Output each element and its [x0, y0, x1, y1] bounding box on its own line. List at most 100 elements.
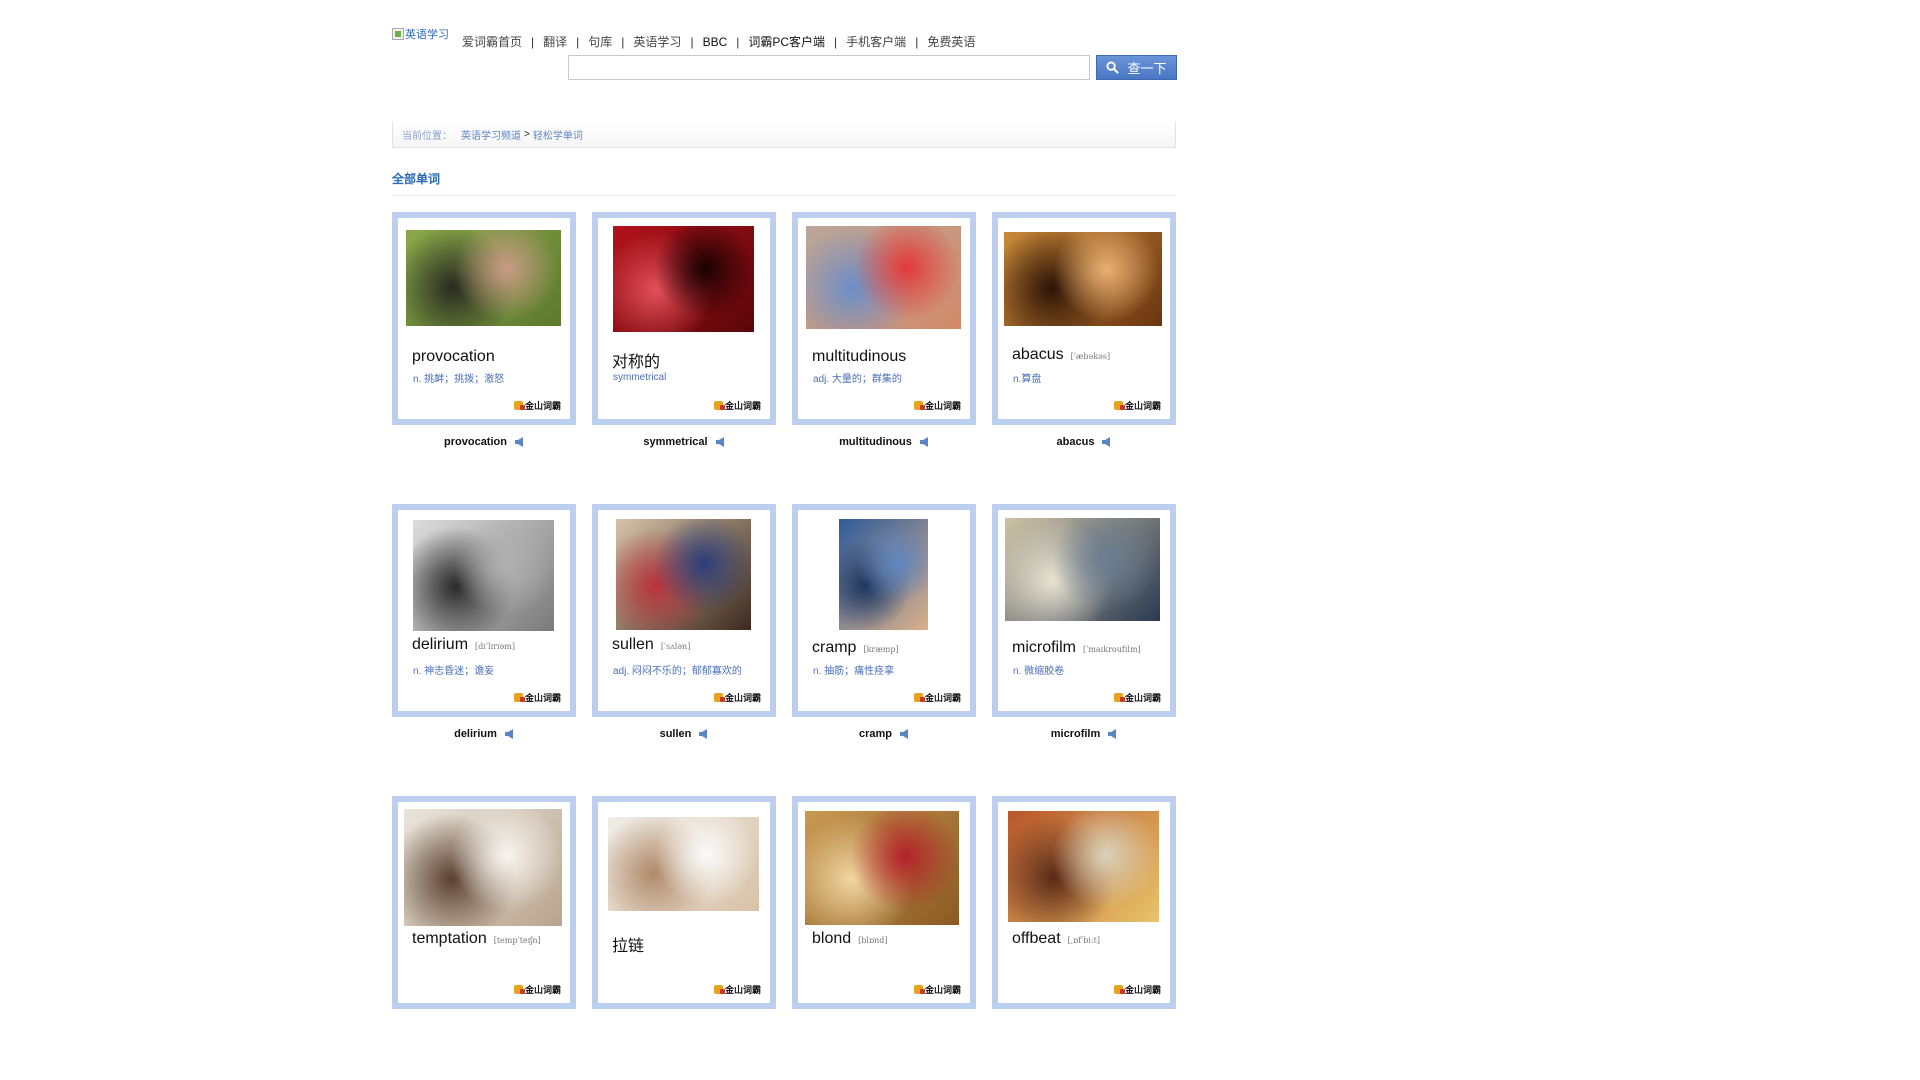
brand-label: 金山词霸	[1124, 985, 1161, 995]
brand-logo-icon	[513, 401, 525, 410]
speaker-icon[interactable]	[699, 729, 708, 739]
breadcrumb-label: 当前位置：	[402, 131, 452, 142]
nav-item-translate[interactable]: 翻译	[543, 33, 567, 50]
word-caption: microfilm	[992, 719, 1176, 749]
breadcrumb-channel-link[interactable]: 英语学习频道	[461, 127, 521, 142]
word-card-frame[interactable]: 拉链金山词霸	[592, 796, 776, 1009]
word-text: 拉链	[612, 938, 645, 955]
word-definition: symmetrical	[613, 372, 667, 383]
word-phonetic: [dɪˈlɪrɪəm]	[475, 642, 515, 651]
speaker-icon[interactable]	[514, 437, 524, 447]
word-caption: abacus	[992, 427, 1176, 457]
brand-watermark: 金山词霸	[913, 691, 961, 704]
speaker-icon[interactable]	[919, 437, 929, 447]
word-card-frame[interactable]: delirium [dɪˈlɪrɪəm] n. 神志昏迷；谵妄 金山词霸	[392, 504, 576, 717]
nav-item-home[interactable]: 爱词霸首页	[462, 33, 522, 50]
word-card-frame[interactable]: multitudinous adj. 大量的；群集的 金山词霸	[792, 212, 976, 425]
word-card: temptation [tempˈteɪʃn] 金山词霸	[392, 796, 576, 1009]
word-card-frame[interactable]: cramp [kræmp] n. 抽筋；痛性痉挛金山词霸	[792, 504, 976, 717]
word-card-frame[interactable]: offbeat [ˌɒfˈbi:t] 金山词霸	[992, 796, 1176, 1009]
word-phonetic: [ˈæbəkəs]	[1070, 352, 1111, 361]
word-photo	[1008, 811, 1159, 922]
speaker-icon[interactable]	[1102, 437, 1111, 447]
word-definition: n. 抽筋；痛性痉挛	[813, 666, 895, 677]
brand-watermark: 金山词霸	[513, 691, 561, 704]
word-caption: multitudinous	[792, 427, 976, 457]
word-text: cramp	[812, 639, 857, 656]
nav-item-mobile-client[interactable]: 手机客户端	[846, 33, 906, 50]
word-definition: n.算盘	[1013, 374, 1042, 385]
site-logo[interactable]: 英语学习	[392, 26, 449, 42]
word-caption: provocation	[392, 427, 576, 457]
word-definition: adj. 大量的；群集的	[813, 374, 902, 385]
top-nav: 爱词霸首页 | 翻译 | 句库 | 英语学习 | BBC | 词霸PC客户端 | 手机客户端…	[462, 33, 976, 50]
word-card-frame[interactable]: 对称的 symmetrical 金山词霸	[592, 212, 776, 425]
breadcrumb: 当前位置： 英语学习频道 > 轻松学单词	[392, 122, 1176, 148]
logo-alt-text: 英语学习	[405, 29, 449, 41]
speaker-icon[interactable]	[1108, 729, 1117, 739]
word-card-frame[interactable]: temptation [tempˈteɪʃn] 金山词霸	[392, 796, 576, 1009]
word-text: sullen	[612, 636, 654, 653]
nav-item-learn[interactable]: 英语学习	[633, 33, 681, 50]
word-phonetic: [tempˈteɪʃn]	[493, 936, 541, 945]
word-headword: temptation [tempˈteɪʃn]	[412, 930, 541, 948]
word-card-frame[interactable]: provocation n. 挑衅；挑拨；激怒 金山词霸	[392, 212, 576, 425]
word-text: microfilm	[1012, 639, 1076, 656]
word-card-frame[interactable]: microfilm [ˈmaɪkroufɪlm] n. 微缩胶卷 金山词霸	[992, 504, 1176, 717]
nav-item-sentences[interactable]: 句库	[588, 33, 612, 50]
word-card: 拉链金山词霸	[592, 796, 776, 1009]
search-input[interactable]	[568, 55, 1090, 80]
speaker-icon[interactable]	[504, 729, 514, 739]
word-card-body: abacus [ˈæbəkəs] n.算盘金山词霸	[998, 218, 1170, 419]
word-definition: adj. 闷闷不乐的；郁郁寡欢的	[613, 666, 742, 677]
breadcrumb-separator: >	[524, 129, 530, 140]
nav-item-pc-client[interactable]: 词霸PC客户端	[748, 33, 825, 50]
brand-watermark: 金山词霸	[513, 399, 561, 412]
section-divider	[392, 195, 1176, 196]
caption-text: microfilm	[1050, 728, 1101, 740]
nav-item-free-english[interactable]: 免费英语	[927, 33, 975, 50]
caption-text: multitudinous	[839, 436, 912, 448]
search-button-label: 查一下	[1127, 61, 1167, 76]
word-phonetic: [kræmp]	[863, 645, 899, 654]
search-icon	[1106, 61, 1120, 74]
word-photo	[1005, 518, 1160, 621]
brand-logo-icon	[713, 693, 725, 702]
broken-image-icon	[392, 28, 404, 40]
brand-logo-icon	[913, 985, 925, 994]
word-caption: symmetrical	[592, 427, 776, 457]
word-photo	[806, 226, 961, 329]
word-card-frame[interactable]: abacus [ˈæbəkəs] n.算盘金山词霸	[992, 212, 1176, 425]
word-caption: sullen	[592, 719, 776, 749]
breadcrumb-current-link[interactable]: 轻松学单词	[533, 127, 583, 142]
speaker-icon[interactable]	[900, 729, 909, 739]
search-button[interactable]: 查一下	[1096, 55, 1177, 80]
speaker-icon[interactable]	[715, 437, 725, 447]
word-card-body: offbeat [ˌɒfˈbi:t] 金山词霸	[998, 802, 1170, 1003]
brand-logo-icon	[913, 693, 925, 702]
word-card-body: 拉链金山词霸	[598, 802, 770, 1003]
word-headword: provocation	[412, 348, 495, 366]
word-card: cramp [kræmp] n. 抽筋；痛性痉挛金山词霸 cramp	[792, 504, 976, 749]
word-headword: 对称的	[612, 348, 660, 372]
word-headword: sullen [ˈsʌlən]	[612, 636, 690, 654]
word-text: abacus	[1012, 346, 1064, 363]
word-headword: microfilm [ˈmaɪkroufɪlm]	[1012, 639, 1141, 657]
search-bar: 查一下	[568, 55, 1177, 80]
word-photo	[839, 519, 928, 630]
brand-label: 金山词霸	[724, 985, 761, 995]
caption-text: symmetrical	[643, 436, 708, 448]
brand-watermark: 金山词霸	[1113, 399, 1161, 412]
word-text: blond	[812, 930, 852, 947]
word-card-body: 对称的 symmetrical 金山词霸	[598, 218, 770, 419]
brand-label: 金山词霸	[1124, 401, 1161, 411]
brand-watermark: 金山词霸	[713, 983, 761, 996]
word-card-frame[interactable]: sullen [ˈsʌlən] adj. 闷闷不乐的；郁郁寡欢的 金山词霸	[592, 504, 776, 717]
word-card: provocation n. 挑衅；挑拨；激怒 金山词霸 provocation	[392, 212, 576, 457]
nav-item-bbc[interactable]: BBC	[703, 35, 728, 49]
brand-watermark: 金山词霸	[1113, 691, 1161, 704]
brand-watermark: 金山词霸	[713, 399, 761, 412]
word-card-body: cramp [kræmp] n. 抽筋；痛性痉挛金山词霸	[798, 510, 970, 711]
word-card-grid: provocation n. 挑衅；挑拨；激怒 金山词霸 provocation 对称的…	[392, 212, 1176, 1009]
word-card-frame[interactable]: blond [blɒnd] 金山词霸	[792, 796, 976, 1009]
